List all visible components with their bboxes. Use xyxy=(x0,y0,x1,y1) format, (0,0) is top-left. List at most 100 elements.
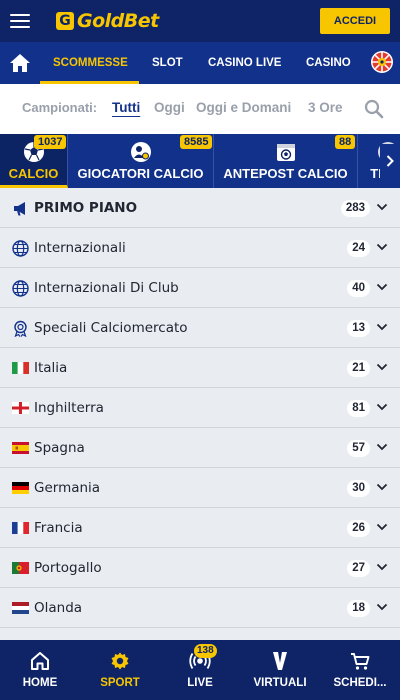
chevron-down-icon xyxy=(376,283,388,291)
globe-icon xyxy=(12,280,29,297)
filters-bar: Campionati: Tutti Oggi Oggi e Domani 3 O… xyxy=(0,84,400,134)
list-item[interactable]: Portogallo 27 xyxy=(0,548,400,588)
count-badge: 21 xyxy=(347,360,370,377)
portugal-flag-icon xyxy=(12,562,29,574)
list-item-label: Italia xyxy=(34,360,68,376)
list-item[interactable]: PRIMO PIANO 283 xyxy=(0,188,400,228)
sport-count-badge: 8585 xyxy=(180,135,213,149)
list-item-label: Speciali Calciomercato xyxy=(34,320,188,336)
spain-flag-icon xyxy=(12,442,29,454)
bottom-nav-label: SCHEDI... xyxy=(333,677,387,689)
cart-icon xyxy=(351,653,370,670)
count-badge: 27 xyxy=(347,560,370,577)
globe-icon xyxy=(12,240,29,257)
bottom-nav-sport[interactable]: SPORT xyxy=(80,640,160,700)
main-nav: SCOMMESSE SLOT CASINO LIVE CASINO xyxy=(0,42,400,84)
sports-scroll-right-button[interactable] xyxy=(380,144,400,178)
list-item[interactable]: Francia 26 xyxy=(0,508,400,548)
bottom-nav-home[interactable]: HOME xyxy=(0,640,80,700)
nav-item-scommesse[interactable]: SCOMMESSE xyxy=(53,42,128,84)
chevron-down-icon xyxy=(376,443,388,451)
bottom-nav-label: HOME xyxy=(22,677,58,689)
list-item-label: Germania xyxy=(34,480,101,496)
count-badge: 24 xyxy=(347,240,370,257)
chevron-down-icon xyxy=(376,403,388,411)
count-badge: 81 xyxy=(347,400,370,417)
count-badge: 283 xyxy=(340,200,370,217)
calendar-ball-icon xyxy=(276,144,295,161)
chevron-down-icon xyxy=(376,523,388,531)
sport-tab-label: ANTEPOST CALCIO xyxy=(223,166,348,181)
chevron-down-icon xyxy=(376,323,388,331)
home-nav-button[interactable] xyxy=(0,42,40,84)
virtual-icon xyxy=(273,652,287,670)
chevron-down-icon xyxy=(376,603,388,611)
nav-item-slot[interactable]: SLOT xyxy=(152,42,183,84)
logo[interactable]: G GoldBet xyxy=(56,9,159,33)
sport-tab-label: GIOCATORI CALCIO xyxy=(77,166,204,181)
roulette-wheel-icon[interactable] xyxy=(370,50,394,74)
list-item-label: Internazionali xyxy=(34,240,126,256)
bottom-nav-label: LIVE xyxy=(187,677,213,689)
logo-text: GoldBet xyxy=(77,10,159,32)
logo-mark: G xyxy=(56,12,74,30)
bottom-nav-label: VIRTUALI xyxy=(253,677,307,689)
chevron-right-icon xyxy=(386,155,394,167)
count-badge: 13 xyxy=(347,320,370,337)
netherlands-flag-icon xyxy=(12,602,29,614)
list-item[interactable]: Germania 30 xyxy=(0,468,400,508)
list-item[interactable]: Internazionali 24 xyxy=(0,228,400,268)
list-item-label: Spagna xyxy=(34,440,85,456)
italy-flag-icon xyxy=(12,362,29,374)
list-item[interactable]: Speciali Calciomercato 13 xyxy=(0,308,400,348)
login-button[interactable]: ACCEDI xyxy=(320,8,390,34)
chevron-down-icon xyxy=(376,243,388,251)
leagues-list: PRIMO PIANO 283 Internazionali 24 Intern… xyxy=(0,188,400,628)
filters-label: Campionati: xyxy=(22,100,98,115)
filter-oggi[interactable]: Oggi xyxy=(154,84,185,132)
chevron-down-icon xyxy=(376,363,388,371)
top-bar: G GoldBet ACCEDI xyxy=(0,0,400,42)
megaphone-icon xyxy=(14,202,25,216)
count-badge: 40 xyxy=(347,280,370,297)
filter-oggi-e-domani[interactable]: Oggi e Domani xyxy=(196,84,291,132)
nav-item-casino[interactable]: CASINO xyxy=(306,42,351,84)
search-icon[interactable] xyxy=(364,99,384,119)
count-badge: 18 xyxy=(347,600,370,617)
menu-icon[interactable] xyxy=(10,14,30,28)
sport-tab-label: CALCIO xyxy=(8,166,59,181)
list-item-label: PRIMO PIANO xyxy=(34,200,138,216)
bottom-nav-label: SPORT xyxy=(100,677,140,689)
sport-count-badge: 1037 xyxy=(34,135,67,149)
england-flag-icon xyxy=(12,402,29,414)
count-badge: 57 xyxy=(347,440,370,457)
list-item-label: Inghilterra xyxy=(34,400,104,416)
bottom-nav-virtuali[interactable]: VIRTUALI xyxy=(240,640,320,700)
filter-3-ore[interactable]: 3 Ore xyxy=(308,84,343,132)
chevron-down-icon xyxy=(376,563,388,571)
list-item[interactable]: Spagna 57 xyxy=(0,428,400,468)
list-item-label: Internazionali Di Club xyxy=(34,280,179,296)
list-item[interactable]: Internazionali Di Club 40 xyxy=(0,268,400,308)
chevron-down-icon xyxy=(376,203,388,211)
list-item[interactable]: Olanda 18 xyxy=(0,588,400,628)
list-item-label: Olanda xyxy=(34,600,83,616)
count-badge: 30 xyxy=(347,480,370,497)
france-flag-icon xyxy=(12,522,29,534)
germany-flag-icon xyxy=(12,482,29,494)
live-count-badge: 138 xyxy=(194,644,217,658)
count-badge: 26 xyxy=(347,520,370,537)
sport-count-badge: 88 xyxy=(335,135,356,149)
bottom-nav-schedina[interactable]: SCHEDI... xyxy=(320,640,400,700)
home-icon xyxy=(31,652,49,670)
player-icon xyxy=(130,142,151,162)
gear-icon xyxy=(111,652,129,670)
list-item-label: Francia xyxy=(34,520,83,536)
medal-icon xyxy=(14,320,27,337)
filter-tutti[interactable]: Tutti xyxy=(112,84,140,132)
list-item-label: Portogallo xyxy=(34,560,102,576)
nav-item-casino-live[interactable]: CASINO LIVE xyxy=(208,42,281,84)
chevron-down-icon xyxy=(376,483,388,491)
list-item[interactable]: Italia 21 xyxy=(0,348,400,388)
list-item[interactable]: Inghilterra 81 xyxy=(0,388,400,428)
